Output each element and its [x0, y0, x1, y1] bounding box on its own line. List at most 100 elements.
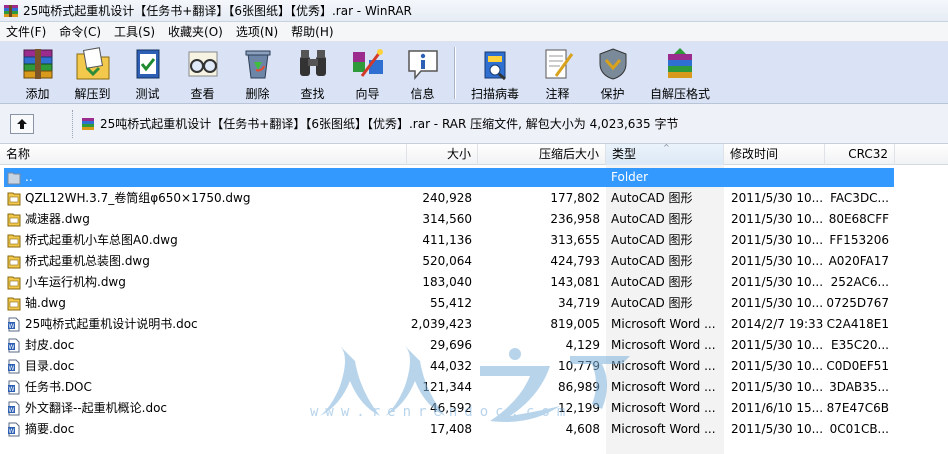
- file-type: AutoCAD 图形: [611, 233, 693, 247]
- file-modified: 2011/5/30 10...: [731, 422, 823, 436]
- file-row[interactable]: W 25吨桥式起重机设计说明书.doc 2,039,423 819,005 Micros…: [0, 314, 948, 335]
- delete-button[interactable]: 删除: [230, 42, 285, 102]
- file-crc: FAC3DC...: [830, 191, 889, 205]
- column-header-modified[interactable]: 修改时间: [724, 144, 825, 165]
- delete-label: 删除: [245, 87, 270, 101]
- address-bar: 25吨桥式起重机设计【任务书+翻译】【6张图纸】【优秀】.rar - RAR 压…: [0, 104, 948, 144]
- file-list: 名称 大小 压缩后大小 类型 ^ 修改时间 CRC32 .. Folder QZL1…: [0, 144, 948, 454]
- menu-tools[interactable]: 工具(S): [108, 22, 162, 42]
- toolbar-separator: [454, 47, 456, 99]
- file-size: 183,040: [422, 275, 472, 289]
- file-type: Microsoft Word ...: [611, 338, 716, 352]
- file-type: AutoCAD 图形: [611, 212, 693, 226]
- file-row[interactable]: 小车运行机构.dwg 183,040 143,081 AutoCAD 图形 2011/5…: [0, 272, 948, 293]
- test-clipboard-icon: [136, 49, 159, 79]
- extract-to-label: 解压到: [74, 87, 111, 101]
- extract-to-button[interactable]: 解压到: [65, 42, 120, 102]
- file-crc: A020FA17: [828, 254, 889, 268]
- menu-commands[interactable]: 命令(C): [53, 22, 108, 42]
- file-row[interactable]: 轴.dwg 55,412 34,719 AutoCAD 图形 2011/5/30 10.…: [0, 293, 948, 314]
- find-button[interactable]: 查找: [285, 42, 340, 102]
- file-modified: 2011/5/30 10...: [731, 380, 823, 394]
- up-arrow-icon: [17, 118, 27, 129]
- file-crc: 3DAB35...: [829, 380, 889, 394]
- protect-button[interactable]: 保护: [585, 42, 640, 102]
- file-modified: 2011/5/30 10...: [731, 296, 823, 310]
- column-header-size[interactable]: 大小: [407, 144, 478, 165]
- file-size: [407, 167, 472, 188]
- file-row[interactable]: W 任务书.DOC 121,344 86,989 Microsoft Word ... 2…: [0, 377, 948, 398]
- file-row[interactable]: 桥式起重机小车总图A0.dwg 411,136 313,655 AutoCAD 图形 2…: [0, 230, 948, 251]
- file-size: 46,592: [430, 401, 472, 415]
- file-packed-size: [478, 167, 600, 188]
- file-crc: C2A418E1: [826, 317, 889, 331]
- address-separator: [72, 109, 74, 138]
- find-binoculars-icon: [299, 50, 326, 76]
- file-name: 外文翻译--起重机概论.doc: [25, 401, 168, 415]
- virus-scan-label: 扫描病毒: [470, 87, 519, 101]
- sort-ascending-icon: ^: [663, 144, 670, 152]
- file-crc: 252AC6...: [830, 275, 889, 289]
- menu-favorites[interactable]: 收藏夹(O): [162, 22, 230, 42]
- virus-scan-button[interactable]: 扫描病毒: [460, 42, 530, 102]
- file-packed-size: 4,608: [565, 422, 600, 436]
- comment-label: 注释: [545, 87, 570, 101]
- svg-text:W: W: [9, 407, 15, 414]
- info-bubble-icon: [407, 50, 438, 81]
- file-packed-size: 177,802: [550, 191, 600, 205]
- sfx-button[interactable]: 自解压格式: [640, 42, 720, 102]
- column-header-name[interactable]: 名称: [0, 144, 407, 165]
- file-crc: C0D0EF51: [826, 359, 889, 373]
- menu-help[interactable]: 帮助(H): [285, 22, 340, 42]
- file-row[interactable]: W 目录.doc 44,032 10,779 Microsoft Word ... 201…: [0, 356, 948, 377]
- view-label: 查看: [190, 87, 215, 101]
- file-type: AutoCAD 图形: [611, 254, 693, 268]
- sfx-archive-icon: [668, 48, 692, 78]
- comment-button[interactable]: 注释: [530, 42, 585, 102]
- test-button[interactable]: 测试: [120, 42, 175, 102]
- file-type: Folder: [611, 170, 649, 184]
- file-name: 摘要.doc: [25, 422, 75, 436]
- file-size: 520,064: [422, 254, 472, 268]
- file-crc: FF153206: [829, 233, 889, 247]
- file-row[interactable]: W 外文翻译--起重机概论.doc 46,592 12,199 Microsoft Wo…: [0, 398, 948, 419]
- file-name: 封皮.doc: [25, 338, 75, 352]
- svg-text:W: W: [9, 428, 15, 435]
- file-crc: 0C01CB...: [829, 422, 889, 436]
- file-modified: 2011/5/30 10...: [731, 191, 823, 205]
- file-row[interactable]: W 封皮.doc 29,696 4,129 Microsoft Word ... 2011…: [0, 335, 948, 356]
- file-packed-size: 34,719: [558, 296, 600, 310]
- file-row[interactable]: 桥式起重机总装图.dwg 520,064 424,793 AutoCAD 图形 2011…: [0, 251, 948, 272]
- up-folder-button[interactable]: [10, 113, 34, 134]
- winrar-app-icon: [4, 4, 18, 17]
- file-modified: 2011/5/30 10...: [731, 233, 823, 247]
- file-row[interactable]: 减速器.dwg 314,560 236,958 AutoCAD 图形 2011/5/30…: [0, 209, 948, 230]
- file-name: 桥式起重机小车总图A0.dwg: [25, 233, 178, 247]
- wizard-wand-icon: [352, 49, 383, 77]
- svg-text:W: W: [9, 365, 15, 372]
- wizard-button[interactable]: 向导: [340, 42, 395, 102]
- file-modified: 2011/5/30 10...: [731, 254, 823, 268]
- file-row[interactable]: QZL12WH.3.7_卷筒组φ650×1750.dwg 240,928 177,8…: [0, 188, 948, 209]
- view-glasses-icon: [188, 51, 217, 77]
- file-packed-size: 10,779: [558, 359, 600, 373]
- file-size: 314,560: [422, 212, 472, 226]
- column-header-packed[interactable]: 压缩后大小: [478, 144, 606, 165]
- view-button[interactable]: 查看: [175, 42, 230, 102]
- test-label: 测试: [135, 87, 160, 101]
- menu-file[interactable]: 文件(F): [0, 22, 53, 42]
- parent-folder-row[interactable]: .. Folder: [0, 167, 948, 188]
- column-header-type-label: 类型: [612, 147, 637, 161]
- file-row[interactable]: W 摘要.doc 17,408 4,608 Microsoft Word ... 2011…: [0, 419, 948, 440]
- window-title: 25吨桥式起重机设计【任务书+翻译】【6张图纸】【优秀】.rar - WinRA…: [23, 4, 412, 18]
- column-header-crc[interactable]: CRC32: [825, 144, 895, 165]
- add-button[interactable]: 添加: [10, 42, 65, 102]
- file-name: 桥式起重机总装图.dwg: [25, 254, 150, 268]
- file-packed-size: 143,081: [550, 275, 600, 289]
- file-crc: 87E47C6B: [826, 401, 889, 415]
- archive-icon: [82, 117, 94, 130]
- file-type: Microsoft Word ...: [611, 422, 716, 436]
- menu-options[interactable]: 选项(N): [230, 22, 285, 42]
- file-crc: 80E68CFF: [828, 212, 889, 226]
- info-button[interactable]: 信息: [395, 42, 450, 102]
